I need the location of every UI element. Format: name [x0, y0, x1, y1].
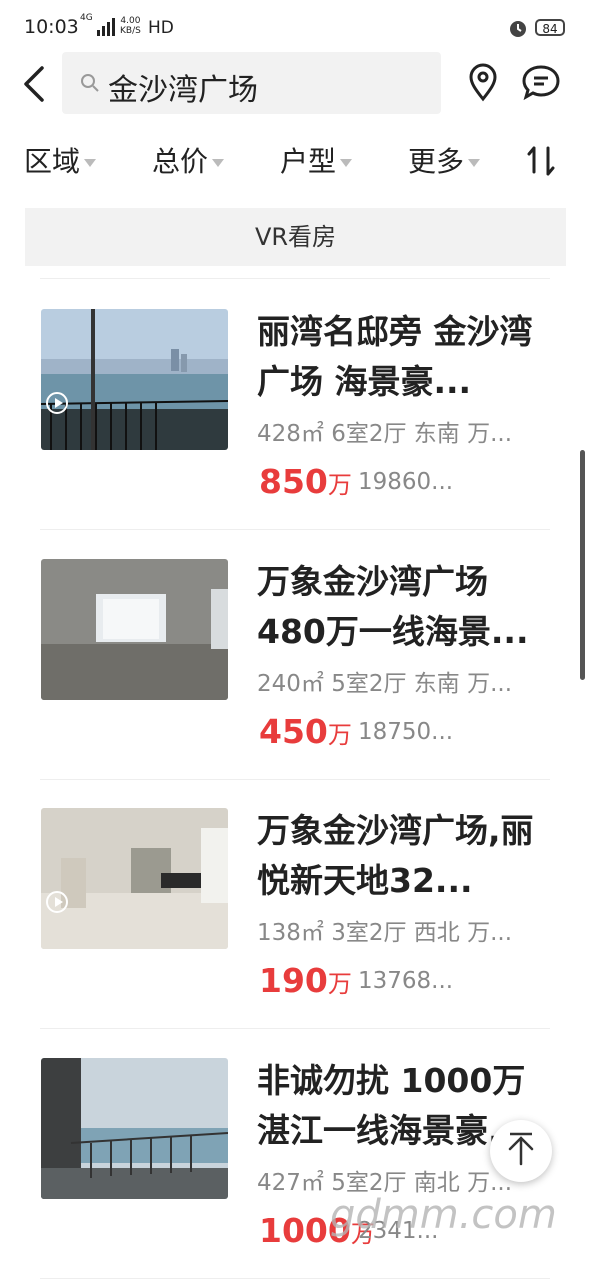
- listing-card[interactable]: 万象金沙湾广场480万一线海景... 240㎡ 5室2厅 东南 万... 450…: [40, 529, 550, 780]
- back-to-top-button[interactable]: [490, 1120, 552, 1182]
- back-arrow-icon[interactable]: [20, 62, 50, 106]
- location-pin-icon[interactable]: [463, 63, 503, 103]
- listing-meta: 428㎡ 6室2厅 东南 万...: [257, 421, 513, 447]
- filter-layout[interactable]: 户型: [280, 140, 353, 180]
- listing-card[interactable]: 丽湾名邸旁 金沙湾广场 海景豪... 428㎡ 6室2厅 东南 万... 850…: [40, 279, 550, 530]
- filter-bar: 区域 总价 户型 更多: [0, 132, 591, 188]
- listing-meta: 240㎡ 5室2厅 东南 万...: [257, 671, 513, 697]
- listing-photo: [41, 808, 228, 949]
- listing-unit-price: 13768...: [358, 968, 454, 994]
- listing-price: 190万: [259, 961, 352, 1000]
- listing-card[interactable]: 万象金沙湾广场,丽悦新天地32... 138㎡ 3室2厅 西北 万... 190…: [40, 778, 550, 1029]
- caret-down-icon: [468, 159, 481, 167]
- status-time: 10:03: [24, 16, 79, 38]
- listing-price: 450万: [259, 712, 352, 751]
- listing-unit-price: 19860...: [358, 469, 454, 495]
- listing-photo: [41, 1058, 228, 1199]
- battery-indicator: 84: [535, 19, 565, 36]
- alarm-icon: [510, 21, 526, 37]
- video-play-icon: [46, 891, 68, 913]
- listing-title: 万象金沙湾广场480万一线海景...: [257, 562, 529, 651]
- listing-photo: [41, 559, 228, 700]
- filter-total-price[interactable]: 总价: [152, 140, 225, 180]
- caret-down-icon: [212, 159, 225, 167]
- status-bar: 10:03 4G 4.00 KB/S HD 84: [0, 0, 591, 56]
- caret-down-icon: [84, 159, 97, 167]
- top-bar: 金沙湾广场: [0, 52, 591, 114]
- filter-region[interactable]: 区域: [24, 140, 97, 180]
- listing-price: 850万: [259, 462, 352, 501]
- scrollbar[interactable]: [580, 450, 585, 680]
- sort-icon[interactable]: [526, 144, 558, 178]
- vr-view-button[interactable]: VR看房: [25, 208, 566, 266]
- network-speed: 4.00 KB/S: [120, 16, 141, 36]
- listing-title: 万象金沙湾广场,丽悦新天地32...: [257, 811, 534, 900]
- filter-more[interactable]: 更多: [408, 140, 481, 180]
- listing-unit-price: 18750...: [358, 719, 454, 745]
- hd-indicator: HD: [148, 18, 174, 38]
- caret-down-icon: [340, 159, 353, 167]
- network-type: 4G: [80, 13, 93, 23]
- listing-photo: [41, 309, 228, 450]
- video-play-icon: [46, 392, 68, 414]
- message-icon[interactable]: [520, 63, 562, 103]
- search-input[interactable]: 金沙湾广场: [62, 52, 441, 114]
- listing-card[interactable]: 非诚勿扰 1000万湛江一线海景豪... 427㎡ 5室2厅 南北 万... 1…: [40, 1028, 550, 1279]
- signal-icon: [97, 18, 115, 36]
- search-query: 金沙湾广场: [108, 73, 258, 108]
- search-icon: [81, 74, 99, 92]
- arrow-up-icon: [508, 1132, 534, 1166]
- listing-title: 丽湾名邸旁 金沙湾广场 海景豪...: [257, 312, 533, 401]
- listing-meta: 138㎡ 3室2厅 西北 万...: [257, 920, 513, 946]
- watermark: gdmm.com: [330, 1192, 557, 1238]
